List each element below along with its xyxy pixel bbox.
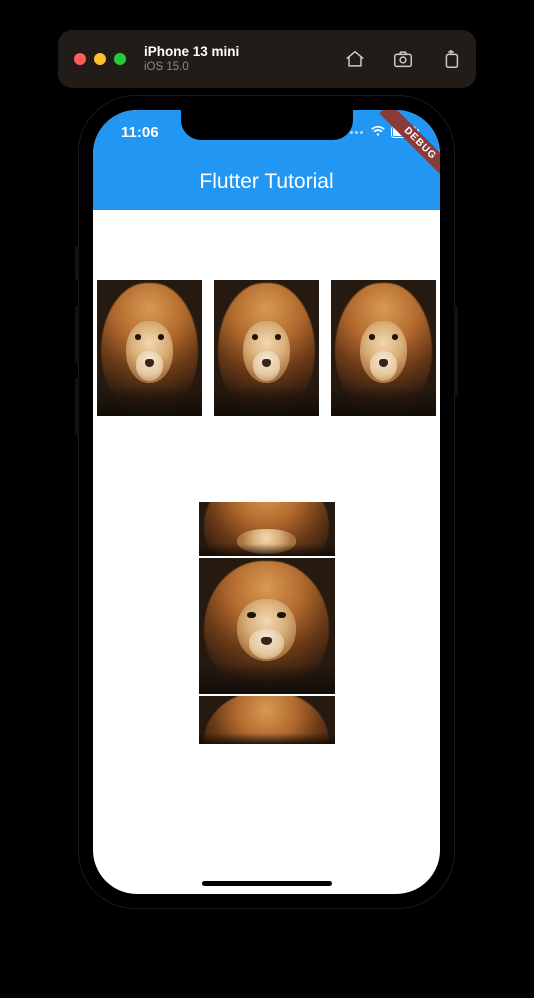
- device-notch: [181, 110, 353, 140]
- power-button: [454, 306, 458, 396]
- minimize-window-button[interactable]: [94, 53, 106, 65]
- lion-image: [331, 280, 436, 416]
- volume-up-button: [75, 306, 79, 364]
- app-title: Flutter Tutorial: [199, 170, 333, 194]
- simulator-title: iPhone 13 mini iOS 15.0: [144, 45, 239, 73]
- image-column: [93, 502, 440, 744]
- zoom-window-button[interactable]: [114, 53, 126, 65]
- device-name: iPhone 13 mini: [144, 45, 239, 60]
- mute-switch: [75, 246, 79, 280]
- image-row: [93, 280, 440, 416]
- lion-image: [199, 558, 335, 694]
- simulator-titlebar: iPhone 13 mini iOS 15.0: [58, 30, 476, 88]
- app-content: [93, 210, 440, 894]
- device-frame: DEBUG 11:06 Flutter Tutorial: [79, 96, 454, 908]
- lion-image: [199, 502, 335, 556]
- lion-image: [97, 280, 202, 416]
- home-icon[interactable]: [344, 48, 366, 70]
- window-controls: [74, 53, 126, 65]
- lion-image: [199, 696, 335, 744]
- home-indicator[interactable]: [202, 881, 332, 886]
- lion-image: [214, 280, 319, 416]
- close-window-button[interactable]: [74, 53, 86, 65]
- ios-version: iOS 15.0: [144, 61, 239, 74]
- wifi-icon: [370, 122, 386, 142]
- simulator-actions: [344, 48, 462, 70]
- screenshot-icon[interactable]: [392, 48, 414, 70]
- device-screen: DEBUG 11:06 Flutter Tutorial: [93, 110, 440, 894]
- volume-down-button: [75, 378, 79, 436]
- app-bar: Flutter Tutorial: [93, 154, 440, 210]
- copy-icon[interactable]: [440, 48, 462, 70]
- status-time: 11:06: [121, 124, 159, 141]
